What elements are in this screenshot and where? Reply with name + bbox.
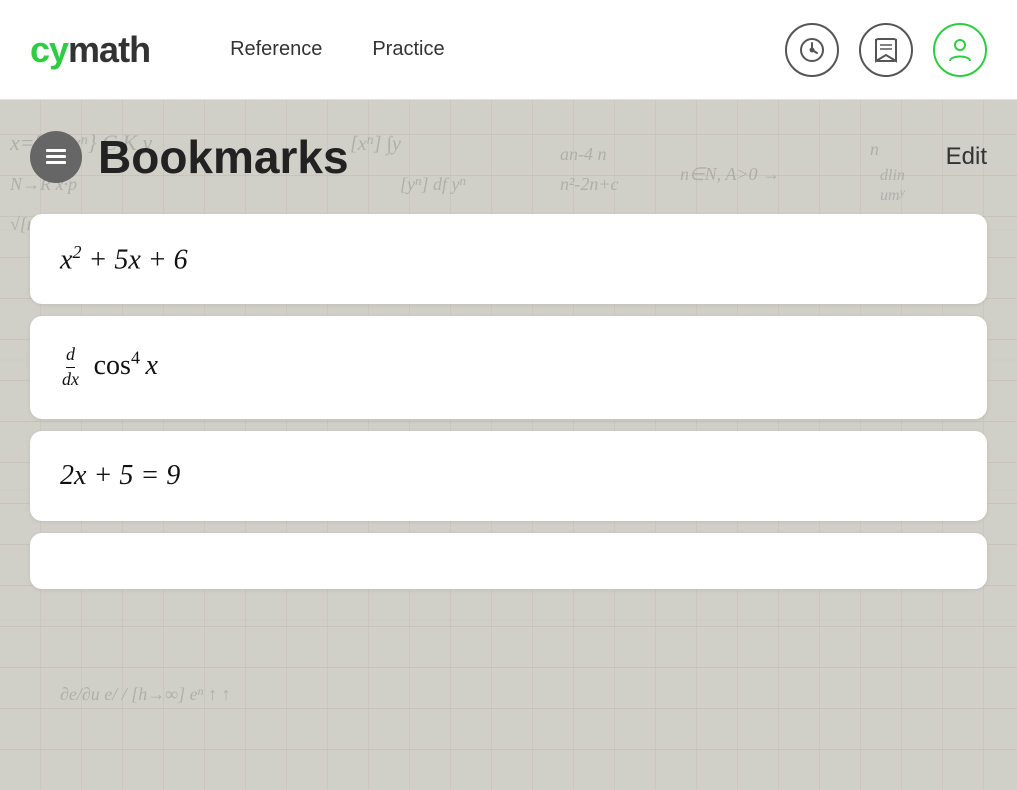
bookmark-card[interactable]: d dx cos4 x xyxy=(30,316,987,418)
user-button[interactable] xyxy=(933,23,987,77)
page-title: Bookmarks xyxy=(98,130,349,184)
clock-icon xyxy=(798,36,826,64)
header: cymath Reference Practice xyxy=(0,0,1017,100)
nav-reference[interactable]: Reference xyxy=(230,38,322,61)
bookmarks-button[interactable] xyxy=(859,23,913,77)
edit-button[interactable]: Edit xyxy=(946,143,987,171)
logo-math: math xyxy=(68,29,150,70)
header-icons xyxy=(785,23,987,77)
list-icon xyxy=(30,131,82,183)
page-content: Bookmarks Edit x2 + 5x + 6 d dx cos4 x xyxy=(0,100,1017,619)
bookmark-card[interactable] xyxy=(30,533,987,589)
svg-text:∂e/∂u e/ / [h→∞] en ↑: ∂e/∂u e/ / [h→∞] en ↑ ↑ xyxy=(60,684,231,704)
numerator: d xyxy=(66,344,75,368)
main-area: x=5 ƒ{xn} C K y N→R x·p √[n] [xn] ∫y an-… xyxy=(0,100,1017,790)
bookmarks-title-group: Bookmarks xyxy=(30,130,349,184)
logo[interactable]: cymath xyxy=(30,29,150,71)
bookmark-card[interactable]: x2 + 5x + 6 xyxy=(30,214,987,304)
bookmark-card[interactable]: 2x + 5 = 9 xyxy=(30,431,987,521)
history-button[interactable] xyxy=(785,23,839,77)
list-lines-icon xyxy=(42,143,70,171)
star-icon xyxy=(872,36,900,64)
math-expression: d dx cos4 x xyxy=(60,344,158,390)
main-nav: Reference Practice xyxy=(230,38,785,61)
logo-cy: cy xyxy=(30,29,68,70)
user-profile-icon xyxy=(945,35,975,65)
math-expression: x2 + 5x + 6 xyxy=(60,242,188,276)
math-expression: 2x + 5 = 9 xyxy=(60,460,180,492)
bookmark-cards-list: x2 + 5x + 6 d dx cos4 x 2x + 5 = 9 xyxy=(30,214,987,589)
nav-practice[interactable]: Practice xyxy=(372,38,444,61)
fraction: d dx xyxy=(62,344,79,390)
bookmarks-header: Bookmarks Edit xyxy=(30,120,987,204)
denominator: dx xyxy=(62,368,79,391)
